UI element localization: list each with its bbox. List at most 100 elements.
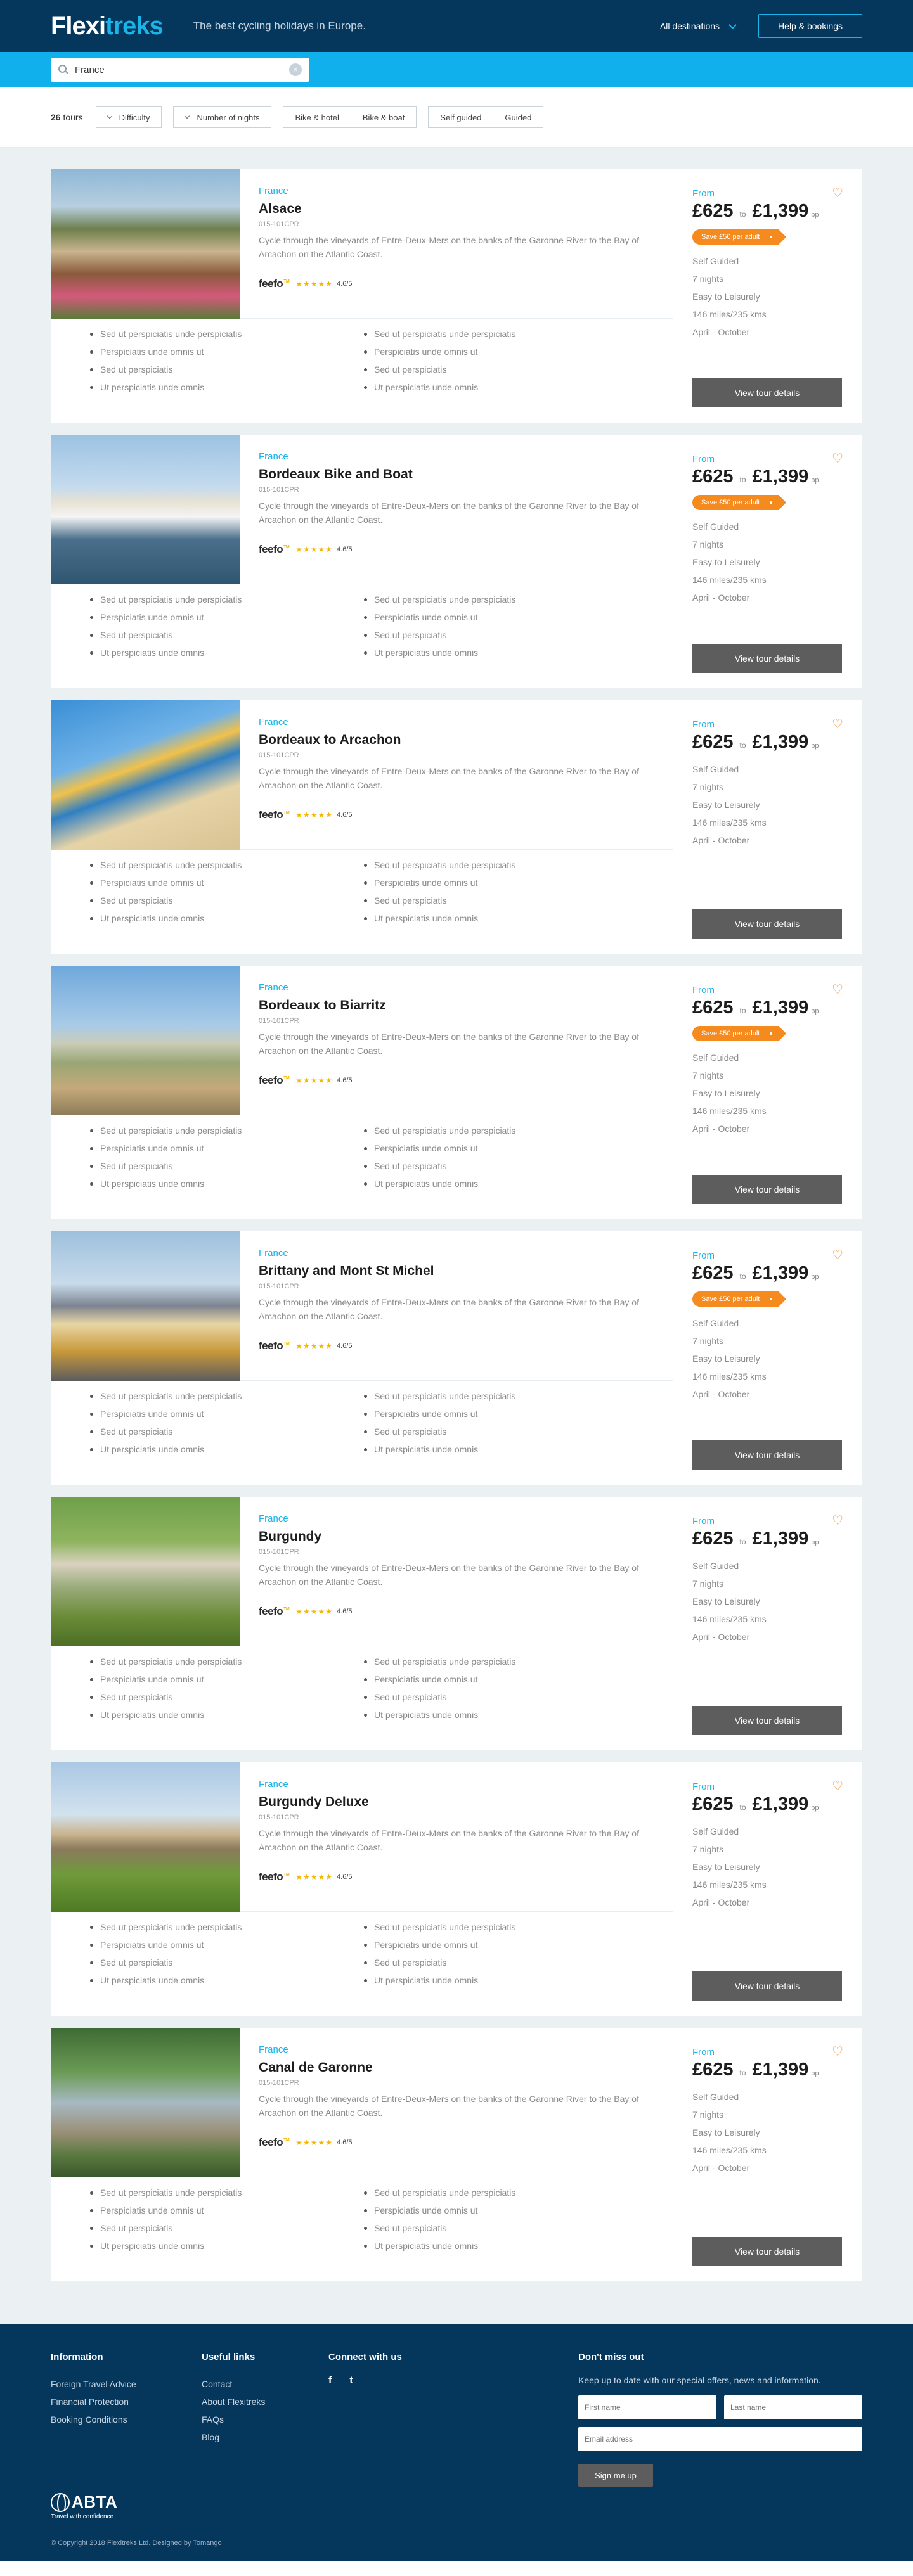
feature-item: Sed ut perspiciatis unde perspiciatis <box>364 1387 638 1405</box>
signup-button[interactable]: Sign me up <box>578 2464 653 2487</box>
feature-item: Sed ut perspiciatis unde perspiciatis <box>364 1918 638 1936</box>
price-pp: pp <box>811 211 819 219</box>
feefo-mark: TM <box>283 811 290 816</box>
view-tour-details-button[interactable]: View tour details <box>692 1706 842 1735</box>
tour-name[interactable]: Burgundy Deluxe <box>259 1795 655 1810</box>
heart-icon[interactable]: ♡ <box>832 718 843 731</box>
tour-meta-item: April - October <box>692 2163 750 2173</box>
nights-filter[interactable]: Number of nights <box>173 106 272 128</box>
tour-card: France Canal de Garonne 015-101CPR Cycle… <box>51 2028 862 2281</box>
email-field[interactable] <box>578 2427 862 2451</box>
price-to: to <box>739 1006 746 1015</box>
twitter-icon[interactable]: t <box>349 2375 353 2387</box>
feefo-logo: feefoTM <box>259 1871 290 1883</box>
tour-photo[interactable] <box>51 1762 240 1912</box>
first-name-field[interactable] <box>578 2395 716 2419</box>
view-tour-details-button[interactable]: View tour details <box>692 644 842 673</box>
heart-icon[interactable]: ♡ <box>832 187 843 200</box>
price-to: to <box>739 2068 746 2077</box>
footer-link[interactable]: About Flexitreks <box>202 2393 328 2411</box>
view-tour-details-button[interactable]: View tour details <box>692 2237 842 2266</box>
close-icon[interactable]: × <box>289 63 302 76</box>
view-tour-details-button[interactable]: View tour details <box>692 378 842 407</box>
tour-name[interactable]: Alsace <box>259 202 655 217</box>
tour-photo[interactable] <box>51 169 240 319</box>
tour-photo[interactable] <box>51 2028 240 2177</box>
tour-description: Cycle through the vineyards of Entre-Deu… <box>259 766 639 790</box>
heart-icon[interactable]: ♡ <box>832 1780 843 1793</box>
tour-photo[interactable] <box>51 700 240 850</box>
search-input[interactable] <box>75 64 289 75</box>
last-name-field[interactable] <box>724 2395 862 2419</box>
feature-item: Sed ut perspiciatis <box>364 626 638 644</box>
footer-link[interactable]: Financial Protection <box>51 2393 202 2411</box>
rating: feefoTM ★★★★★ 4.6/5 <box>259 1871 655 1883</box>
footer-link[interactable]: Contact <box>202 2375 328 2393</box>
heart-icon[interactable]: ♡ <box>832 1515 843 1527</box>
chevron-down-icon <box>107 113 112 119</box>
footer-link[interactable]: FAQs <box>202 2411 328 2428</box>
tour-card: France Bordeaux to Arcachon 015-101CPR C… <box>51 700 862 954</box>
footer-link[interactable]: Foreign Travel Advice <box>51 2375 202 2393</box>
tour-photo[interactable] <box>51 966 240 1115</box>
help-bookings-button[interactable]: Help & bookings <box>758 14 862 38</box>
heart-icon[interactable]: ♡ <box>832 452 843 465</box>
difficulty-filter[interactable]: Difficulty <box>95 106 162 128</box>
heart-icon[interactable]: ♡ <box>832 1249 843 1262</box>
view-tour-details-button[interactable]: View tour details <box>692 909 842 939</box>
guided-toggle[interactable]: Guided <box>493 106 544 128</box>
feefo-mark: TM <box>283 1873 290 1878</box>
abta-subtitle: Travel with confidence <box>51 2513 114 2520</box>
rating: feefoTM ★★★★★ 4.6/5 <box>259 278 655 290</box>
tour-photo[interactable] <box>51 435 240 584</box>
heart-icon[interactable]: ♡ <box>832 2046 843 2058</box>
tour-country: France <box>259 982 288 993</box>
self-guided-toggle[interactable]: Self guided <box>428 106 494 128</box>
feature-item: Ut perspiciatis unde omnis <box>90 1440 364 1458</box>
bike-boat-toggle[interactable]: Bike & boat <box>351 106 417 128</box>
tour-card: France Burgundy Deluxe 015-101CPR Cycle … <box>51 1762 862 2016</box>
feature-item: Ut perspiciatis unde omnis <box>364 1706 638 1724</box>
tour-meta-item: April - October <box>692 1897 750 1907</box>
view-tour-details-button[interactable]: View tour details <box>692 1440 842 1470</box>
feefo-text: feefo <box>259 1340 283 1352</box>
destinations-dropdown[interactable]: All destinations <box>660 20 737 31</box>
rating: feefoTM ★★★★★ 4.6/5 <box>259 809 655 821</box>
feefo-logo: feefoTM <box>259 1340 290 1352</box>
price-to: to <box>739 475 746 484</box>
heart-icon[interactable]: ♡ <box>832 984 843 996</box>
tour-name[interactable]: Bordeaux to Biarritz <box>259 998 655 1013</box>
tour-count: 26 tours <box>51 112 83 122</box>
feefo-mark: TM <box>283 1342 290 1347</box>
tour-name[interactable]: Canal de Garonne <box>259 2060 655 2075</box>
feefo-logo: feefoTM <box>259 1074 290 1087</box>
tour-photo[interactable] <box>51 1497 240 1646</box>
price-low: £625 <box>692 1263 734 1283</box>
price-to: to <box>739 741 746 750</box>
bike-hotel-toggle[interactable]: Bike & hotel <box>283 106 351 128</box>
view-tour-details-button[interactable]: View tour details <box>692 1971 842 2001</box>
footer-link[interactable]: Blog <box>202 2428 328 2446</box>
facebook-icon[interactable]: f <box>328 2375 332 2387</box>
footer-information: Information Foreign Travel Advice Financ… <box>51 2352 202 2487</box>
tour-code: 015-101CPR <box>259 1283 299 1290</box>
tour-name[interactable]: Bordeaux Bike and Boat <box>259 467 655 482</box>
tour-meta-item: 7 nights <box>692 2110 724 2120</box>
tour-name[interactable]: Brittany and Mont St Michel <box>259 1264 655 1279</box>
feature-item: Sed ut perspiciatis <box>90 626 364 644</box>
feature-item: Sed ut perspiciatis unde perspiciatis <box>364 1653 638 1670</box>
footer-link[interactable]: Booking Conditions <box>51 2411 202 2428</box>
view-tour-details-button[interactable]: View tour details <box>692 1175 842 1204</box>
tour-name[interactable]: Burgundy <box>259 1529 655 1544</box>
feature-item: Perspiciatis unde omnis ut <box>90 874 364 892</box>
chevron-down-icon <box>185 113 190 119</box>
price-pp: pp <box>811 1008 819 1015</box>
price-high: £1,399 <box>752 201 809 221</box>
tagline: The best cycling holidays in Europe. <box>193 20 366 32</box>
tour-name[interactable]: Bordeaux to Arcachon <box>259 733 655 748</box>
flexitreks-logo[interactable]: Flexi treks <box>51 12 164 41</box>
tour-photo[interactable] <box>51 1231 240 1381</box>
feature-item: Sed ut perspiciatis <box>90 1954 364 1971</box>
tour-meta-item: Easy to Leisurely <box>692 1354 760 1364</box>
price-high: £1,399 <box>752 732 809 752</box>
